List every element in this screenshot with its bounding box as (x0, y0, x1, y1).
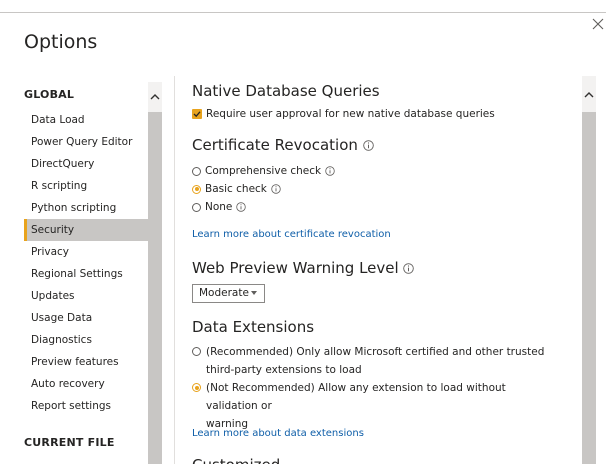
web-preview-level-value: Moderate (199, 287, 249, 299)
cert-option-basic[interactable]: Basic check (192, 183, 281, 195)
sidebar-item-diagnostics[interactable]: Diagnostics (24, 329, 148, 351)
close-icon[interactable] (592, 18, 604, 30)
data-extensions-title: Data Extensions (192, 318, 315, 336)
cert-none-label: None (205, 201, 233, 213)
info-icon[interactable] (236, 202, 247, 212)
native-db-approval-checkbox[interactable] (192, 109, 202, 119)
data-ext-option-not-recommended[interactable]: (Not Recommended) Allow any extension to… (192, 379, 552, 433)
cert-revocation-title: Certificate Revocation (192, 136, 374, 154)
content-scrollbar[interactable] (582, 76, 596, 464)
sidebar-item-directquery[interactable]: DirectQuery (24, 153, 148, 175)
info-icon[interactable] (271, 184, 281, 194)
data-ext-recommended-radio[interactable] (192, 347, 201, 356)
data-ext-not-recommended-line1: (Not Recommended) Allow any extension to… (206, 382, 506, 412)
chevron-up-icon[interactable] (584, 90, 594, 100)
cert-option-comprehensive[interactable]: Comprehensive check (192, 165, 335, 177)
cert-revocation-title-text: Certificate Revocation (192, 136, 358, 154)
sidebar-item-auto-recovery[interactable]: Auto recovery (24, 373, 148, 395)
sidebar-item-security[interactable]: Security (24, 219, 148, 241)
cert-basic-label: Basic check (205, 183, 267, 195)
security-settings-panel: Native Database Queries Require user app… (192, 76, 572, 464)
web-preview-level-dropdown[interactable]: Moderate (192, 284, 265, 303)
native-db-approval-row[interactable]: Require user approval for new native dat… (192, 108, 495, 120)
sidebar-header-current-file: CURRENT FILE (24, 436, 115, 449)
cert-none-radio[interactable] (192, 202, 201, 212)
sidebar-item-preview-features[interactable]: Preview features (24, 351, 148, 373)
native-db-approval-label: Require user approval for new native dat… (206, 108, 495, 120)
cert-revocation-learn-more-link[interactable]: Learn more about certificate revocation (192, 229, 391, 240)
data-ext-not-recommended-radio[interactable] (192, 383, 201, 392)
chevron-down-icon (251, 291, 257, 295)
sidebar-scrollbar[interactable] (148, 82, 162, 464)
checkmark-icon (193, 111, 201, 118)
panel-divider (174, 76, 175, 464)
cert-basic-radio[interactable] (192, 184, 201, 194)
info-icon[interactable] (325, 166, 335, 176)
data-ext-option-recommended[interactable]: (Recommended) Only allow Microsoft certi… (192, 343, 552, 379)
data-ext-recommended-line2: third-party extensions to load (206, 364, 362, 376)
cert-comprehensive-label: Comprehensive check (205, 165, 322, 177)
sidebar-item-regional-settings[interactable]: Regional Settings (24, 263, 148, 285)
data-extensions-learn-more-link[interactable]: Learn more about data extensions (192, 428, 364, 439)
info-icon[interactable] (403, 263, 415, 274)
dialog-title: Options (24, 31, 98, 53)
web-preview-title: Web Preview Warning Level (192, 259, 415, 277)
sidebar-scrollbar-thumb[interactable] (148, 112, 162, 464)
info-icon[interactable] (362, 140, 374, 151)
sidebar-header-global: GLOBAL (24, 88, 75, 101)
native-db-queries-title: Native Database Queries (192, 82, 380, 100)
web-preview-title-text: Web Preview Warning Level (192, 259, 399, 277)
window-top-border (0, 12, 606, 13)
sidebar-item-python-scripting[interactable]: Python scripting (24, 197, 148, 219)
content-scrollbar-thumb[interactable] (582, 112, 596, 464)
cert-option-none[interactable]: None (192, 201, 247, 213)
sidebar-item-report-settings[interactable]: Report settings (24, 395, 148, 417)
chevron-up-icon[interactable] (150, 92, 160, 102)
options-sidebar: GLOBAL Data Load Power Query Editor Dire… (24, 82, 148, 464)
sidebar-item-power-query-editor[interactable]: Power Query Editor (24, 131, 148, 153)
sidebar-item-r-scripting[interactable]: R scripting (24, 175, 148, 197)
sidebar-item-data-load[interactable]: Data Load (24, 109, 148, 131)
sidebar-item-updates[interactable]: Updates (24, 285, 148, 307)
sidebar-item-usage-data[interactable]: Usage Data (24, 307, 148, 329)
data-ext-recommended-line1: (Recommended) Only allow Microsoft certi… (206, 346, 545, 358)
customized-section-title: Customized (192, 456, 280, 464)
sidebar-item-privacy[interactable]: Privacy (24, 241, 148, 263)
cert-comprehensive-radio[interactable] (192, 166, 201, 176)
